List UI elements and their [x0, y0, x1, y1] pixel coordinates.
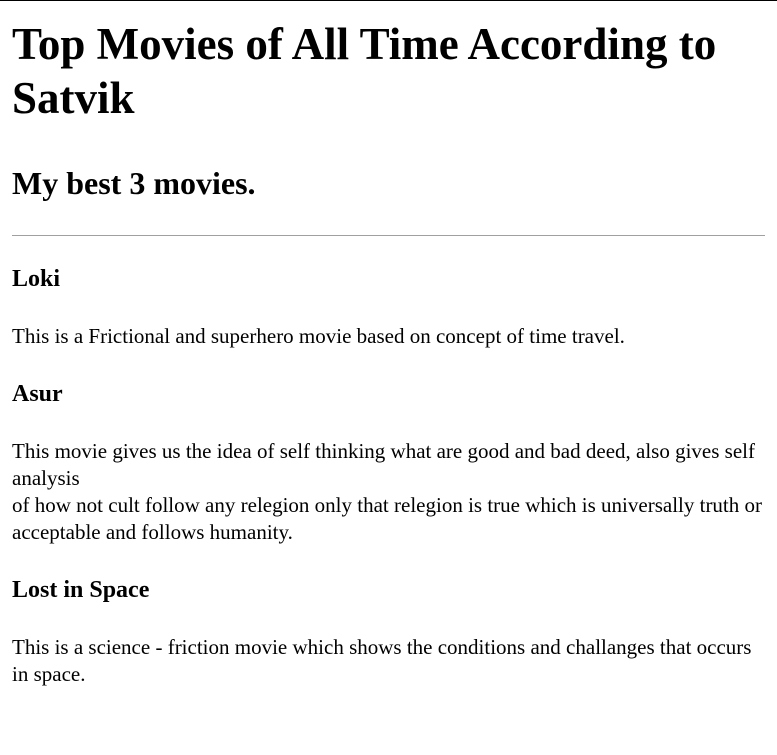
movie-item-asur: Asur This movie gives us the idea of sel…	[12, 380, 765, 546]
page-content: Top Movies of All Time According to Satv…	[0, 17, 777, 688]
page-subtitle: My best 3 movies.	[12, 165, 256, 201]
page-title: Top Movies of All Time According to Satv…	[12, 19, 717, 123]
movie-description-line: This is a Frictional and superhero movie…	[12, 324, 625, 348]
movie-description: This movie gives us the idea of self thi…	[12, 438, 765, 546]
movie-title: Asur	[12, 381, 63, 407]
movie-item-lost-in-space: Lost in Space This is a science - fricti…	[12, 576, 765, 688]
movie-description: This is a Frictional and superhero movie…	[12, 323, 765, 350]
movie-item-loki: Loki This is a Frictional and superhero …	[12, 265, 765, 350]
movie-title: Loki	[12, 266, 61, 292]
movie-description-line: This movie gives us the idea of self thi…	[12, 439, 755, 490]
divider	[12, 235, 765, 236]
movie-description-line: This is a science - friction movie which…	[12, 635, 752, 686]
movie-description-line: of how not cult follow any relegion only…	[12, 493, 763, 517]
movie-description-line: acceptable and follows humanity.	[12, 520, 293, 544]
movie-description: This is a science - friction movie which…	[12, 634, 765, 688]
movie-title: Lost in Space	[12, 577, 150, 603]
